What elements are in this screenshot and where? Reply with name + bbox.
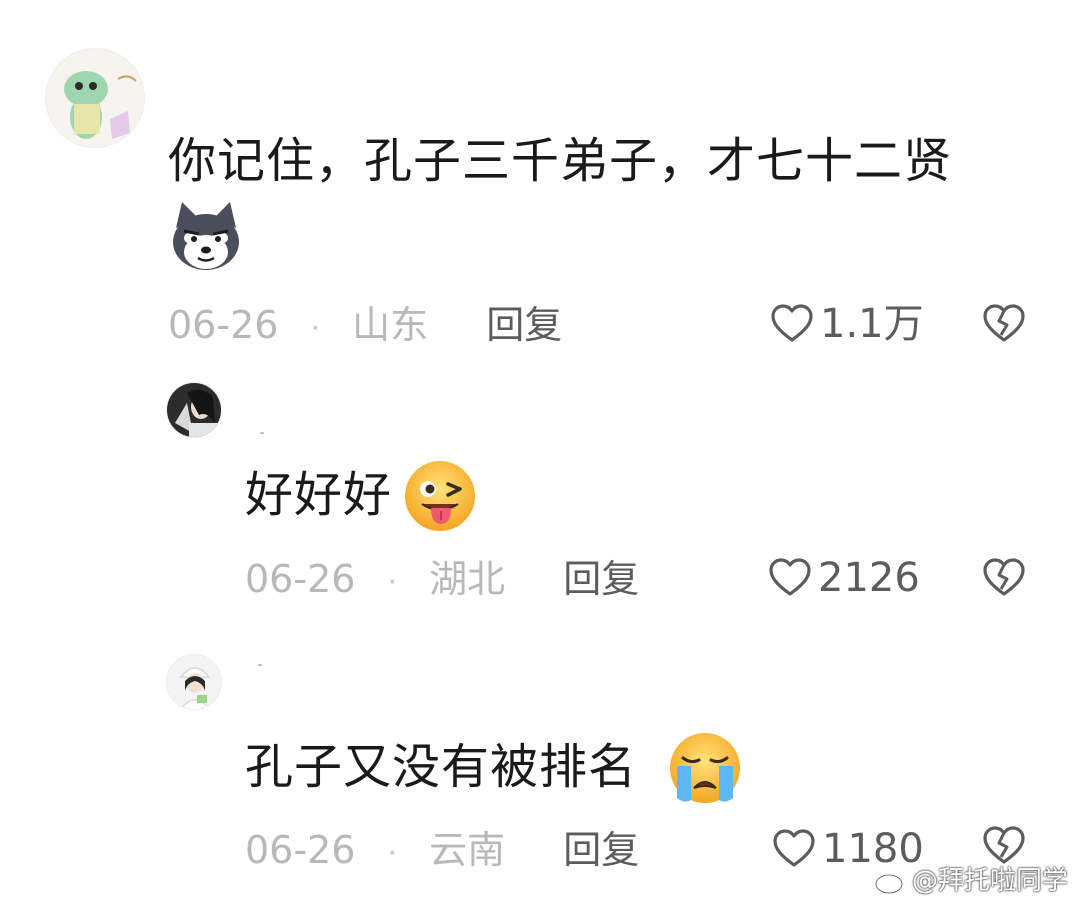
watermark-text: @拜托啦同学 [911,866,1068,896]
comment-meta: 06-26 · 湖北 回复 [245,557,639,605]
username [258,664,262,666]
dislike-button[interactable] [982,826,1026,870]
meta-separator: · [387,565,398,600]
dislike-button[interactable] [982,304,1026,348]
comment-date: 06-26 [245,828,356,872]
tongue-wink-emoji [402,458,478,538]
username [260,432,264,434]
heart-icon [769,558,811,596]
heart-icon [771,304,813,342]
broken-heart-icon [983,826,1025,864]
comment-text: 孔子又没有被排名 [245,739,638,795]
comment-meta: 06-26 · 云南 回复 [245,828,639,876]
avatar-photo-icon [167,655,221,709]
comment-date: 06-26 [245,557,356,601]
comment-meta: 06-26 · 山东 回复 [168,303,562,351]
avatar-photo-icon [167,383,221,437]
comment-text: 好好好 [245,467,393,523]
dislike-button[interactable] [982,558,1026,602]
like-count: 2126 [818,555,920,601]
comment-region: 云南 [429,828,506,872]
like-button[interactable]: 1.1万 [770,302,924,346]
reply-button[interactable]: 回复 [486,303,562,347]
comment-region: 湖北 [429,557,506,601]
avatar[interactable] [45,48,145,148]
like-button[interactable]: 2126 [768,556,920,600]
avatar[interactable] [166,654,222,710]
comment-region: 山东 [352,303,429,347]
like-count: 1180 [822,826,924,872]
avatar[interactable] [166,382,222,438]
husky-dog-emoji [168,198,244,278]
reply-button[interactable]: 回复 [563,557,639,601]
watermark: @拜托啦同学 [874,866,1068,896]
avatar-illustration-icon [46,49,144,147]
crying-face-emoji [667,730,743,810]
comment-text: 你记住，孔子三千弟子，才七十二贤 [168,133,953,189]
reply-button[interactable]: 回复 [563,828,639,872]
comment-date: 06-26 [168,303,279,347]
broken-heart-icon [983,558,1025,596]
heart-icon [773,829,815,867]
meta-separator: · [387,836,398,871]
broken-heart-icon [983,304,1025,342]
like-count: 1.1万 [820,301,924,347]
like-button[interactable]: 1180 [772,827,924,871]
meta-separator: · [310,311,321,346]
weibo-logo-icon [874,869,907,895]
